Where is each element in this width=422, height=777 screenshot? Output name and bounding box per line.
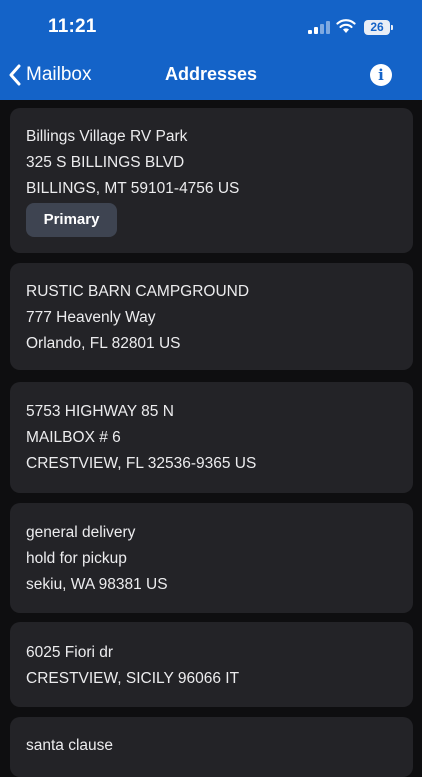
address-card[interactable]: 5753 HIGHWAY 85 N MAILBOX # 6 CRESTVIEW,… — [10, 382, 413, 493]
battery-tip — [391, 25, 393, 30]
address-line: Billings Village RV Park — [26, 128, 188, 145]
address-line: CRESTVIEW, FL 32536-9365 US — [26, 455, 257, 472]
cellular-signal-icon — [308, 20, 330, 34]
address-line: 5753 HIGHWAY 85 N — [26, 403, 174, 420]
wifi-icon — [336, 19, 356, 33]
address-card[interactable]: RUSTIC BARN CAMPGROUND 777 Heavenly Way … — [10, 263, 413, 370]
navigation-header: 11:21 26 Mailbox Addresses i — [0, 0, 422, 100]
address-line: hold for pickup — [26, 550, 127, 567]
status-time: 11:21 — [48, 16, 97, 37]
address-card-primary[interactable]: Billings Village RV Park 325 S BILLINGS … — [10, 108, 413, 253]
battery-icon: 26 — [364, 20, 390, 35]
address-line: santa clause — [26, 737, 114, 754]
address-card[interactable]: general delivery hold for pickup sekiu, … — [10, 503, 413, 613]
status-bar: 11:21 26 — [0, 0, 422, 54]
address-line: Orlando, FL 82801 US — [26, 335, 181, 352]
address-line: 777 Heavenly Way — [26, 309, 156, 326]
address-line: general delivery — [26, 524, 136, 541]
address-card[interactable]: santa clause — [10, 717, 413, 777]
primary-badge: Primary — [26, 203, 117, 237]
address-line: CRESTVIEW, SICILY 96066 IT — [26, 670, 240, 687]
address-line: 6025 Fiori dr — [26, 644, 114, 661]
address-line: MAILBOX # 6 — [26, 429, 121, 446]
address-card[interactable]: 6025 Fiori dr CRESTVIEW, SICILY 96066 IT — [10, 622, 413, 707]
info-icon[interactable]: i — [370, 64, 392, 86]
address-line: BILLINGS, MT 59101-4756 US — [26, 180, 240, 197]
address-line: sekiu, WA 98381 US — [26, 576, 168, 593]
address-line: RUSTIC BARN CAMPGROUND — [26, 283, 250, 300]
address-line: 325 S BILLINGS BLVD — [26, 154, 185, 171]
page-title: Addresses — [164, 64, 258, 84]
